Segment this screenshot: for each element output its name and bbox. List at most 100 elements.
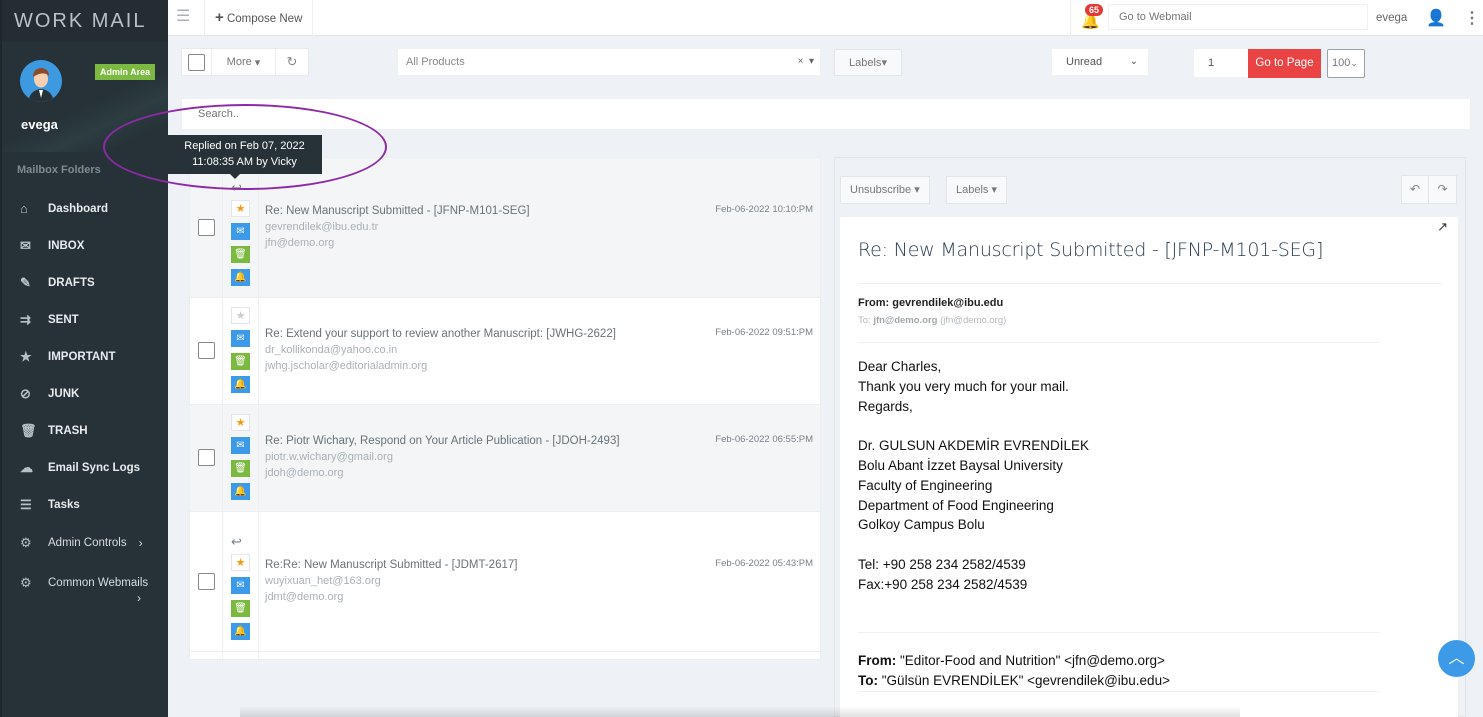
brand-logo: WORK MAIL [2, 0, 168, 42]
page-number-input[interactable]: 1 [1194, 49, 1249, 77]
row-checkbox[interactable] [198, 449, 215, 466]
star-icon[interactable]: ★ [231, 554, 250, 571]
per-page-select[interactable]: 100⌄ [1327, 49, 1365, 78]
mark-read-icon[interactable]: ✉ [231, 437, 250, 454]
trash-icon[interactable]: 🗑 [231, 600, 250, 617]
email-subject[interactable]: Re:Re: New Manuscript Submitted - [JDMT-… [265, 559, 517, 571]
sidebar-item-admin-controls[interactable]: ⚙ Admin Controls › [2, 523, 168, 563]
quote-from-label: From: [858, 653, 897, 668]
open-external-icon[interactable]: ↗ [1437, 219, 1448, 235]
labels-dropdown-button[interactable]: Labels▾ [834, 49, 902, 76]
more-options-icon[interactable]: ⋮ [1464, 8, 1480, 28]
sidebar-item-label: Tasks [48, 498, 80, 511]
email-subject[interactable]: Re: Extend your support to review anothe… [265, 328, 616, 340]
replied-icon[interactable]: ↩ [231, 534, 242, 550]
sidebar-item-label: INBOX [48, 239, 85, 252]
sidebar-item-tasks[interactable]: ☰ Tasks [2, 486, 168, 523]
sidebar-item-junk[interactable]: ⊘ JUNK [2, 375, 168, 412]
row-content-cell: Re: Extend your support to review anothe… [259, 298, 820, 404]
row-select-cell [190, 298, 223, 404]
star-icon[interactable]: ★ [231, 414, 250, 431]
inbox-icon: ✉ [20, 237, 31, 253]
refresh-button[interactable]: ↻ [276, 49, 308, 75]
forward-icon: ↷ [1437, 182, 1448, 196]
sidebar-item-trash[interactable]: 🗑 TRASH [2, 412, 168, 449]
sidebar-item-label: Email Sync Logs [48, 461, 141, 474]
row-icons-cell [223, 652, 259, 659]
email-row[interactable]: ★ ✉ 🗑 🔔 Re: Piotr Wichary, Respond on Yo… [190, 405, 820, 512]
user-icon[interactable]: 👤 [1426, 8, 1446, 28]
email-row[interactable]: ★ ✉ 🗑 🔔 Re: Extend your support to revie… [190, 298, 820, 405]
sidebar-item-drafts[interactable]: ✎ DRAFTS [2, 264, 168, 301]
email-row[interactable]: ↩ ★ ✉ 🗑 🔔 Re:Re: New Manuscript Submitte… [190, 512, 820, 652]
notifications-button[interactable]: 🔔 65 [1070, 0, 1106, 36]
notification-count-badge: 65 [1085, 4, 1104, 16]
reminder-bell-icon[interactable]: 🔔 [231, 623, 250, 640]
trash-icon[interactable]: 🗑 [231, 353, 250, 370]
row-content-cell [259, 652, 820, 659]
row-checkbox[interactable] [198, 219, 215, 236]
email-subject[interactable]: Re: Piotr Wichary, Respond on Your Artic… [265, 435, 620, 447]
sidebar-item-important[interactable]: ★ IMPORTANT [2, 338, 168, 375]
sidebar-item-sent[interactable]: ⇉ SENT [2, 301, 168, 338]
scroll-to-top-button[interactable]: ︿ [1438, 640, 1475, 677]
row-content-cell: Re: New Manuscript Submitted - [JFNP-M10… [259, 158, 820, 297]
bottom-shadow [240, 706, 1240, 717]
sidebar-item-email-sync-logs[interactable]: ☁ Email Sync Logs [2, 449, 168, 486]
go-to-webmail-input[interactable] [1108, 4, 1368, 30]
refresh-icon: ↻ [286, 54, 298, 69]
trash-icon[interactable]: 🗑 [231, 460, 250, 477]
replied-icon[interactable]: ↩ [231, 180, 242, 196]
email-from: wuyixuan_het@163.org [265, 575, 381, 587]
row-content-cell: Re: Piotr Wichary, Respond on Your Artic… [259, 405, 820, 511]
star-icon[interactable]: ★ [231, 307, 250, 324]
email-date: Feb-06-2022 09:51:PM [715, 327, 813, 338]
email-subject[interactable]: Re: New Manuscript Submitted - [JFNP-M10… [265, 205, 530, 217]
email-row[interactable]: ↩ ★ ✉ 🗑 🔔 Re: New Manuscript Submitted -… [190, 158, 820, 298]
chevron-right-icon[interactable]: › [2, 591, 168, 605]
menu-toggle-icon[interactable]: ☰ [176, 9, 192, 25]
top-username[interactable]: evega [1376, 0, 1407, 36]
sidebar-username: evega [21, 117, 58, 132]
email-from: piotr.w.wichary@gmail.org [265, 451, 393, 463]
reminder-bell-icon[interactable]: 🔔 [231, 269, 250, 286]
reminder-bell-icon[interactable]: 🔔 [231, 376, 250, 393]
sidebar-item-dashboard[interactable]: ⌂ Dashboard [2, 190, 168, 227]
reply-button[interactable]: ↶ [1402, 176, 1429, 203]
mark-read-icon[interactable]: ✉ [231, 223, 250, 240]
admin-area-badge[interactable]: Admin Area [95, 64, 156, 80]
email-preview-subject: Re: New Manuscript Submitted - [JFNP-M10… [858, 239, 1324, 261]
clear-selection-icon[interactable]: × [798, 56, 804, 67]
read-filter-select[interactable]: Unread ⌄ [1052, 49, 1148, 75]
more-dropdown-button[interactable]: More ▾ [212, 49, 276, 75]
caret-down-icon: ▾ [991, 184, 998, 196]
caret-down-icon[interactable]: ▾ [809, 56, 814, 67]
reminder-bell-icon[interactable]: 🔔 [231, 483, 250, 500]
compose-new-button[interactable]: + Compose New [204, 0, 314, 36]
trash-icon[interactable]: 🗑 [231, 246, 250, 263]
row-checkbox[interactable] [198, 342, 215, 359]
go-to-page-button[interactable]: Go to Page [1248, 49, 1321, 78]
select-all-checkbox[interactable] [182, 49, 212, 75]
search-input[interactable] [182, 99, 1470, 129]
forward-button[interactable]: ↷ [1429, 176, 1456, 203]
row-checkbox[interactable] [198, 573, 215, 590]
star-icon[interactable]: ★ [231, 200, 250, 217]
avatar[interactable] [20, 60, 62, 102]
row-icons-cell: ★ ✉ 🗑 🔔 [223, 298, 259, 404]
divider [858, 691, 1380, 692]
products-select[interactable]: All Products × ▾ [398, 49, 820, 75]
gear-icon: ⚙ [20, 535, 32, 550]
sidebar-item-inbox[interactable]: ✉ INBOX [2, 227, 168, 264]
reply-icon: ↶ [1409, 182, 1421, 196]
preview-labels-dropdown-button[interactable]: Labels ▾ [946, 176, 1008, 204]
bulk-actions-group: More ▾ ↻ [181, 48, 309, 76]
mark-read-icon[interactable]: ✉ [231, 330, 250, 347]
sidebar-item-label: TRASH [48, 424, 88, 437]
avatar-icon [20, 60, 62, 102]
email-preview-from: From: gevrendilek@ibu.edu [858, 297, 1004, 309]
unsubscribe-dropdown-button[interactable]: Unsubscribe ▾ [840, 176, 930, 204]
mark-read-icon[interactable]: ✉ [231, 577, 250, 594]
checkbox[interactable] [188, 53, 205, 71]
tooltip-line-1: Replied on Feb 07, 2022 [184, 140, 305, 152]
